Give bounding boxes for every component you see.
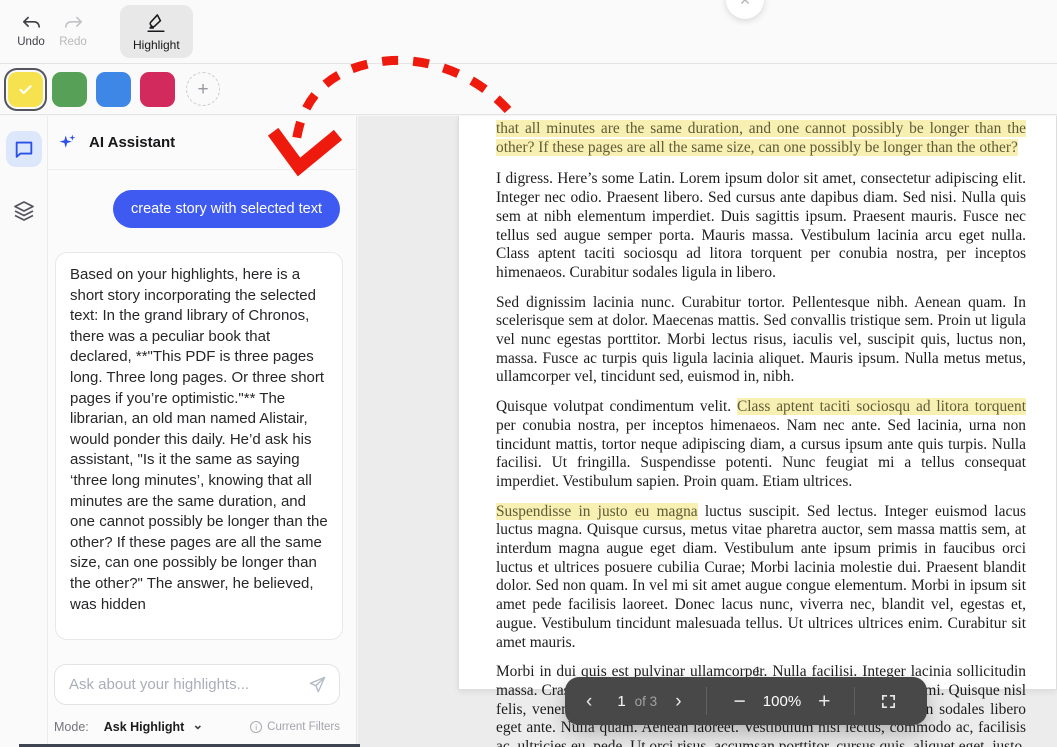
pdf-paragraph: Suspendisse in justo eu magna luctus sus… xyxy=(496,503,1026,653)
story-message: Based on your highlights, here is a shor… xyxy=(55,252,343,640)
sparkles-icon xyxy=(57,132,78,153)
body-text: Sed dignissim lacinia nunc. Curabitur to… xyxy=(496,294,1026,386)
story-text: Based on your highlights, here is a shor… xyxy=(70,266,328,613)
mode-select[interactable]: Ask Highlight ⌄ xyxy=(104,720,203,734)
fullscreen-icon xyxy=(880,693,897,710)
highlighted-text: Class aptent taciti sociosqu ad litora t… xyxy=(737,398,1026,415)
undo-icon xyxy=(21,15,42,32)
highlight-label: Highlight xyxy=(133,38,180,52)
panel-body: create story with selected text Based on… xyxy=(48,170,356,654)
redo-icon xyxy=(63,15,84,32)
layers-icon xyxy=(12,199,36,223)
panel-footer: Mode: Ask Highlight ⌄ i Current Filters xyxy=(48,654,356,747)
undo-button[interactable]: Undo xyxy=(10,9,52,54)
highlighted-text: Suspendisse in justo eu magna xyxy=(496,503,698,520)
comments-tab[interactable] xyxy=(6,131,42,167)
body-text: I digress. Here’s some Latin. Lorem ipsu… xyxy=(496,170,1026,281)
pdf-paragraph: that all minutes are the same duration, … xyxy=(496,120,1026,157)
pager-divider xyxy=(854,687,855,715)
zoom-level: 100% xyxy=(763,693,801,710)
mode-row: Mode: Ask Highlight ⌄ i Current Filters xyxy=(54,720,340,734)
body-text: luctus suscipit. Sed lectus. Integer eui… xyxy=(496,503,1026,651)
send-icon[interactable] xyxy=(308,675,327,694)
highlighter-icon xyxy=(145,12,167,34)
chevron-left-icon: ‹ xyxy=(586,692,592,711)
top-toolbar: Undo Redo Highlight xyxy=(0,0,1057,64)
pager-divider xyxy=(706,687,707,715)
swatch-row xyxy=(8,72,175,107)
add-color-button[interactable]: + xyxy=(186,72,220,106)
swatch-toolbar: + xyxy=(0,64,1057,115)
panel-title: AI Assistant xyxy=(89,134,175,151)
minus-icon: − xyxy=(734,691,746,712)
chevron-down-icon: ⌄ xyxy=(192,717,203,733)
pager-toolbar: ‹ 1 of 3 › − 100% + xyxy=(565,677,927,725)
pdf-viewer: that all minutes are the same duration, … xyxy=(358,116,1057,747)
mode-value-text: Ask Highlight xyxy=(104,720,185,734)
plus-icon: + xyxy=(818,691,830,712)
chevron-right-icon: › xyxy=(675,692,681,711)
mode-label: Mode: xyxy=(54,720,89,734)
highlight-button[interactable]: Highlight xyxy=(120,5,193,58)
pdf-paragraph: I digress. Here’s some Latin. Lorem ipsu… xyxy=(496,170,1026,282)
pdf-paragraph: Sed dignissim lacinia nunc. Curabitur to… xyxy=(496,294,1026,388)
create-story-button[interactable]: create story with selected text xyxy=(113,190,340,228)
plus-icon: + xyxy=(197,80,208,99)
left-rail xyxy=(0,116,48,747)
check-icon xyxy=(17,81,34,98)
swatch-green[interactable] xyxy=(52,72,87,107)
fullscreen-button[interactable] xyxy=(878,689,899,714)
swatch-yellow[interactable] xyxy=(8,72,43,107)
chat-bubble-icon xyxy=(13,138,35,160)
redo-button[interactable]: Redo xyxy=(52,9,94,54)
swatch-blue[interactable] xyxy=(96,72,131,107)
layers-tab[interactable] xyxy=(5,192,43,230)
next-page-button[interactable]: › xyxy=(673,688,683,715)
body-text: Quisque volutpat condimentum velit. xyxy=(496,398,737,415)
body-text: per conubia nostra, per inceptos himenae… xyxy=(496,417,1026,490)
zoom-in-button[interactable]: + xyxy=(816,687,832,716)
ai-assistant-panel: AI Assistant create story with selected … xyxy=(48,116,357,747)
swatch-red[interactable] xyxy=(140,72,175,107)
page-indicator: 1 xyxy=(617,693,625,710)
redo-label: Redo xyxy=(59,36,87,48)
current-filters-button[interactable]: i Current Filters xyxy=(250,721,340,733)
pdf-text: that all minutes are the same duration, … xyxy=(459,116,1056,747)
prev-page-button[interactable]: ‹ xyxy=(584,688,594,715)
undo-label: Undo xyxy=(17,36,45,48)
close-icon: ✕ xyxy=(739,0,751,9)
pdf-page: that all minutes are the same duration, … xyxy=(458,116,1057,690)
highlighted-text: that all minutes are the same duration, … xyxy=(496,120,1026,156)
pdf-paragraph: Quisque volutpat condimentum velit. Clas… xyxy=(496,398,1026,492)
page-count: of 3 xyxy=(635,694,658,709)
app-root: Undo Redo Highlight + ✕ xyxy=(0,0,1057,747)
ask-input-wrap xyxy=(54,664,340,705)
info-icon: i xyxy=(250,721,262,733)
ask-input[interactable] xyxy=(69,676,300,693)
zoom-out-button[interactable]: − xyxy=(732,687,748,716)
current-filters-label: Current Filters xyxy=(267,721,340,733)
panel-header: AI Assistant xyxy=(48,116,356,170)
